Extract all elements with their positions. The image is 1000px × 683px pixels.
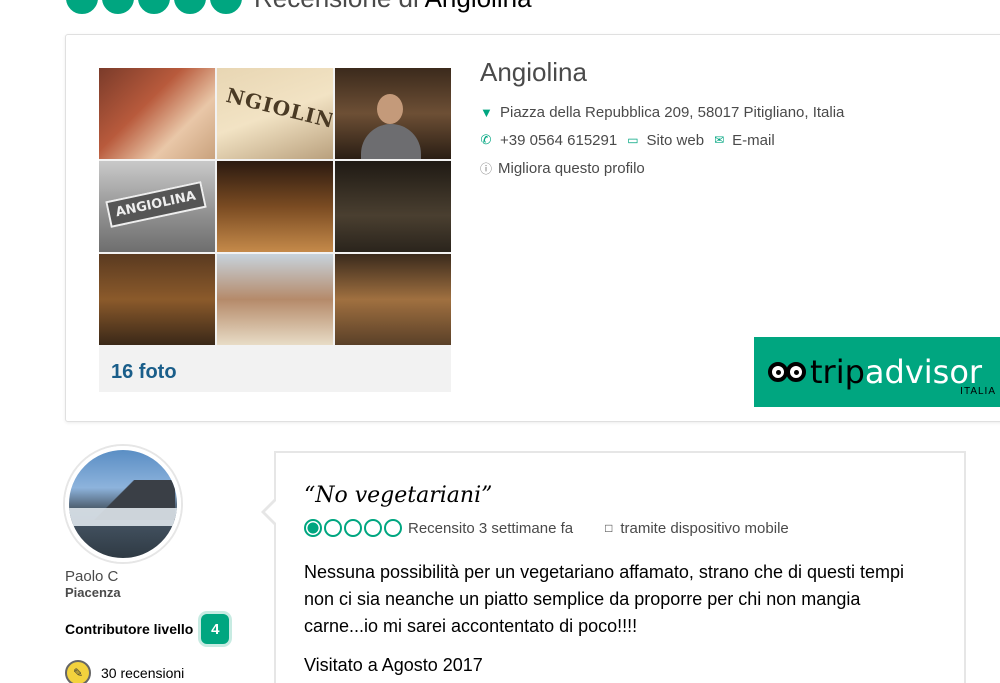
email-icon: ✉ (714, 133, 725, 147)
reviewer-profile: Paolo C Piacenza Contributore livello 4 … (65, 446, 245, 683)
avatar[interactable] (65, 446, 181, 562)
rating-bubble-icon (210, 0, 242, 14)
mobile-device-icon: □ (605, 521, 613, 535)
review-body: Nessuna possibilità per un vegetariano a… (304, 562, 905, 636)
review-rating-bubbles (304, 519, 402, 537)
rating-bubble-icon (66, 0, 98, 14)
photo-sign-text: ANGIOLINA (105, 181, 207, 228)
reviews-count[interactable]: 30 recensioni (101, 665, 184, 681)
person-silhouette (361, 124, 421, 159)
photo-thumbnail[interactable] (335, 254, 451, 345)
phone-icon: ✆ (480, 132, 492, 147)
logo-trip-text: trip (810, 353, 865, 391)
avatar-clouds (69, 508, 177, 526)
email-link[interactable]: E-mail (732, 132, 775, 149)
page-title-prefix: Recensione di (254, 0, 425, 13)
info-icon: ⓘ (480, 161, 493, 176)
address-text[interactable]: Piazza della Repubblica 209, 58017 Pitig… (500, 104, 844, 121)
reviews-count-row: ✎ 30 recensioni (65, 660, 245, 683)
photo-gallery[interactable]: NGIOLIN ANGIOLINA 16 foto (99, 68, 451, 392)
restaurant-info: Angiolina ▼ Piazza della Repubblica 209,… (480, 57, 960, 182)
review-title[interactable]: “No vegetariani” (304, 483, 492, 508)
improve-profile-link[interactable]: Migliora questo profilo (498, 160, 645, 177)
pen-badge-icon: ✎ (65, 660, 91, 683)
person-face (377, 94, 403, 124)
photo-thumbnail[interactable] (99, 68, 215, 159)
rating-bubble-empty-icon (364, 519, 382, 537)
page-title: Recensione di Angiolina (254, 0, 532, 14)
address-row: ▼ Piazza della Repubblica 209, 58017 Pit… (480, 98, 960, 126)
website-link[interactable]: Sito web (647, 132, 705, 149)
restaurant-name[interactable]: Angiolina (480, 57, 960, 88)
owl-eyes-icon (768, 362, 806, 382)
rating-bubble-empty-icon (324, 519, 342, 537)
review-page-header: Recensione di Angiolina (66, 0, 532, 14)
reviewer-city: Piacenza (65, 585, 121, 600)
improve-row: ⓘ Migliora questo profilo (480, 154, 960, 182)
laptop-icon: ▭ (627, 133, 639, 147)
level-badge: 4 (201, 614, 230, 644)
review-visited-date: Visitato a Agosto 2017 (304, 655, 483, 675)
photo-thumbnail[interactable]: NGIOLIN (217, 68, 333, 159)
photo-thumbnail[interactable] (335, 68, 451, 159)
rating-bubble-filled-icon (304, 519, 322, 537)
tripadvisor-logo: trip advisor ITALIA (754, 337, 1000, 407)
photo-sign-text: NGIOLIN (223, 82, 333, 134)
contributor-level-label: Contributore livello (65, 621, 194, 637)
photo-thumbnail[interactable] (217, 161, 333, 252)
review-device: tramite dispositivo mobile (620, 519, 789, 537)
rating-bubble-icon (138, 0, 170, 14)
logo-country-text: ITALIA (960, 386, 996, 397)
contact-row: ✆ +39 0564 615291 ▭ Sito web ✉ E-mail (480, 126, 960, 154)
review-meta: Recensito 3 settimane fa □ tramite dispo… (304, 519, 789, 537)
rating-bubble-empty-icon (344, 519, 362, 537)
rating-bubble-empty-icon (384, 519, 402, 537)
map-pin-icon: ▼ (480, 104, 493, 120)
contributor-level: Contributore livello 4 (65, 614, 245, 644)
photo-thumbnail[interactable] (335, 161, 451, 252)
photo-thumbnail[interactable] (99, 254, 215, 345)
header-rating-bubbles (66, 0, 242, 14)
page-title-restaurant[interactable]: Angiolina (425, 0, 532, 13)
restaurant-card: NGIOLIN ANGIOLINA 16 foto Angiolina ▼ Pi… (65, 34, 1000, 422)
rating-bubble-icon (174, 0, 206, 14)
review-date: Recensito 3 settimane fa (408, 519, 574, 537)
rating-bubble-icon (102, 0, 134, 14)
photo-thumbnail[interactable] (217, 254, 333, 345)
photo-count-link[interactable]: 16 foto (111, 361, 177, 384)
photo-thumbnail[interactable]: ANGIOLINA (99, 161, 215, 252)
phone-text[interactable]: +39 0564 615291 (500, 132, 617, 149)
reviewer-name[interactable]: Paolo C (65, 568, 245, 585)
review-card: “No vegetariani” Recensito 3 settimane f… (261, 451, 966, 683)
